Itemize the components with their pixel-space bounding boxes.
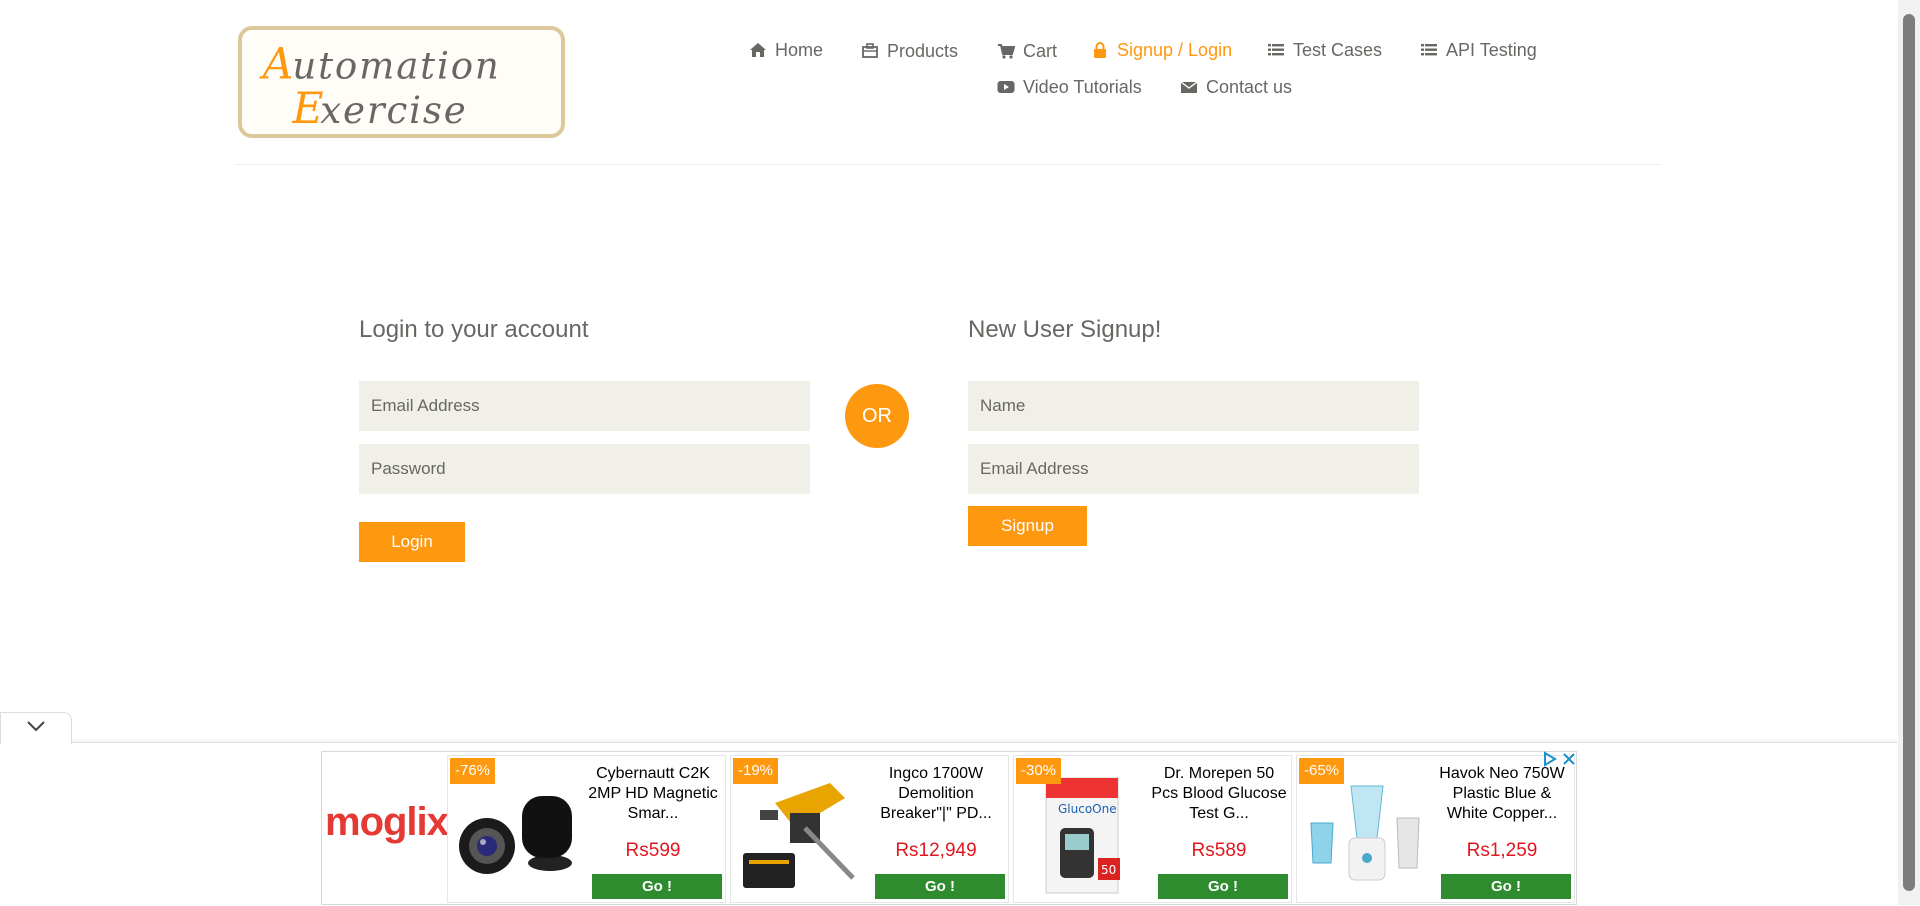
close-icon[interactable] [1562, 752, 1576, 771]
product-price: Rs589 [1191, 840, 1247, 861]
site-logo[interactable]: A utomation E xercise [238, 26, 565, 138]
ad-product-card[interactable]: -65% Havok Neo 750W Plastic Blue & White… [1296, 755, 1575, 903]
nav-signup-login[interactable]: Signup / Login [1091, 38, 1232, 62]
signup-email-field[interactable] [968, 444, 1419, 494]
login-title: Login to your account [359, 316, 589, 343]
svg-text:E: E [291, 84, 323, 134]
nav-contact-us-label: Contact us [1206, 76, 1293, 97]
login-button[interactable]: Login [359, 522, 465, 562]
svg-text:50: 50 [1101, 863, 1116, 877]
nav-products-label: Products [887, 40, 959, 61]
envelope-icon [1180, 78, 1198, 96]
login-password-field[interactable] [359, 444, 810, 494]
nav-video-tutorials[interactable]: Video Tutorials [997, 75, 1142, 99]
moglix-logo[interactable]: moglix [325, 800, 449, 845]
ad-collapse-button[interactable] [0, 712, 72, 744]
go-button[interactable]: Go ! [875, 874, 1005, 899]
nav-test-cases[interactable]: Test Cases [1267, 38, 1382, 62]
product-name: Ingco 1700W Demolition Breaker"|" PD... [880, 765, 992, 822]
youtube-icon [997, 78, 1015, 96]
product-price: Rs1,259 [1466, 840, 1538, 861]
go-button[interactable]: Go ! [1441, 874, 1571, 899]
nav-api-testing-label: API Testing [1446, 39, 1537, 60]
adchoices-icon[interactable] [1542, 750, 1558, 772]
product-name: Dr. Morepen 50 Pcs Blood Glucose Test G.… [1151, 765, 1287, 822]
cart-icon [997, 42, 1015, 60]
products-icon [861, 42, 879, 60]
ad-product-card[interactable]: GlucoOne 50 -30% Dr. Morepen 50 Pcs Bloo… [1013, 755, 1292, 903]
camera-image [452, 768, 580, 898]
nav-signup-login-label: Signup / Login [1117, 39, 1233, 60]
nav-api-testing[interactable]: API Testing [1420, 38, 1537, 62]
product-price: Rs12,949 [895, 840, 977, 861]
list-icon [1420, 41, 1438, 59]
list-icon [1267, 41, 1285, 59]
ad-product-card[interactable]: -76% Cybernautt C2K 2MP HD Magnetic Smar… [447, 755, 726, 903]
discount-badge: -19% [733, 758, 779, 784]
nav-cart-label: Cart [1023, 40, 1058, 61]
discount-badge: -65% [1299, 758, 1345, 784]
discount-badge: -76% [450, 758, 496, 784]
moglix-logo-text: moglix [325, 800, 449, 844]
or-separator: OR [845, 384, 909, 448]
login-email-field[interactable] [359, 381, 810, 431]
nav-home[interactable]: Home [749, 38, 823, 62]
page-scrollbar[interactable] [1898, 0, 1920, 905]
ad-product-card[interactable]: -19% Ingco 1700W Demolition Breaker"|" P… [730, 755, 1009, 903]
nav-video-tutorials-label: Video Tutorials [1023, 76, 1142, 97]
nav-test-cases-label: Test Cases [1293, 39, 1383, 60]
nav-contact-us[interactable]: Contact us [1180, 75, 1292, 99]
go-button[interactable]: Go ! [592, 874, 722, 899]
glucose-strips-image: GlucoOne 50 [1018, 768, 1146, 898]
nav-products[interactable]: Products [861, 39, 958, 63]
ad-choices[interactable] [1536, 750, 1576, 772]
signup-button[interactable]: Signup [968, 506, 1087, 546]
home-icon [749, 41, 767, 59]
signup-title: New User Signup! [968, 316, 1162, 343]
logo-graphic: A utomation E xercise [259, 39, 500, 134]
lock-icon [1091, 41, 1109, 59]
nav-home-label: Home [775, 39, 824, 60]
go-button[interactable]: Go ! [1158, 874, 1288, 899]
chevron-down-icon [25, 719, 47, 738]
product-name: Havok Neo 750W Plastic Blue & White Copp… [1439, 765, 1565, 822]
product-price: Rs599 [625, 840, 681, 861]
header-divider [235, 164, 1662, 165]
svg-text:A: A [259, 39, 294, 89]
svg-text:GlucoOne: GlucoOne [1058, 802, 1117, 816]
product-name: Cybernautt C2K 2MP HD Magnetic Smar... [588, 765, 718, 822]
scrollbar-thumb[interactable] [1903, 14, 1915, 891]
nav-cart[interactable]: Cart [997, 39, 1057, 63]
mixer-image [1301, 768, 1429, 898]
breaker-image [735, 768, 863, 898]
logo-line2: xercise [320, 89, 467, 132]
logo-line1: utomation [292, 44, 500, 87]
signup-name-field[interactable] [968, 381, 1419, 431]
discount-badge: -30% [1016, 758, 1062, 784]
